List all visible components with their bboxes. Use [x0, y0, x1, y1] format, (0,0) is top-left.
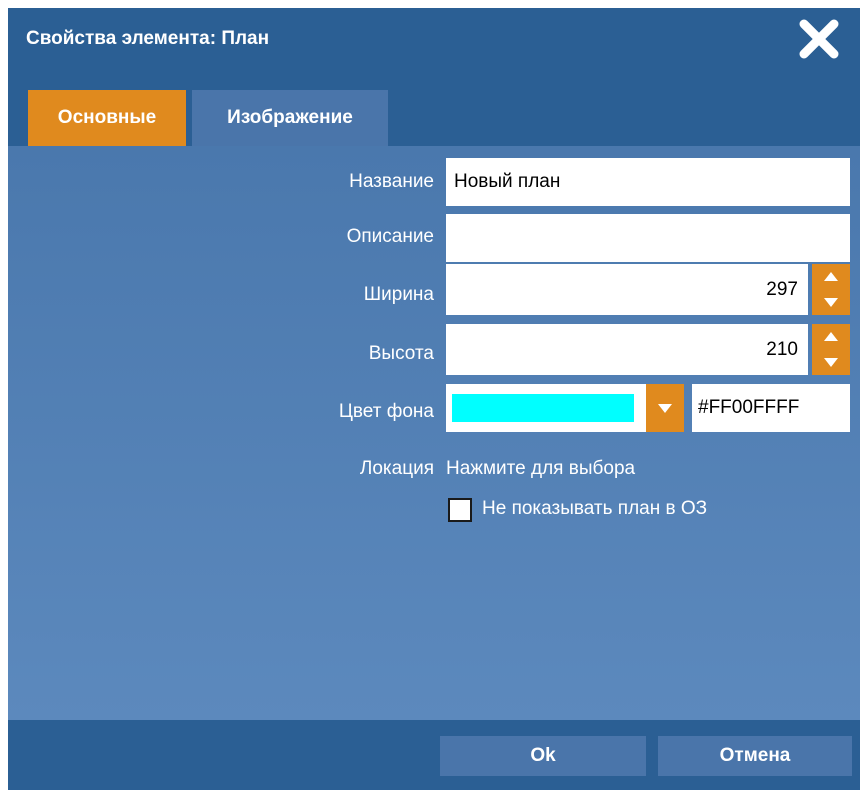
location-select-link[interactable]: Нажмите для выбора: [446, 458, 635, 480]
close-icon[interactable]: [798, 18, 840, 60]
bgcolor-label: Цвет фона: [338, 401, 434, 422]
cancel-button[interactable]: Отмена: [658, 736, 852, 776]
dialog: Свойства элемента: План Основные Изображ…: [0, 0, 868, 790]
chevron-down-icon: [658, 403, 672, 413]
hide-plan-label[interactable]: Не показывать план в ОЗ: [482, 498, 707, 520]
height-stepper: [812, 324, 850, 375]
name-label: Название: [349, 171, 434, 192]
hide-plan-checkbox[interactable]: [448, 498, 472, 522]
width-decrement-button[interactable]: [812, 290, 850, 315]
bgcolor-dropdown-button[interactable]: [646, 384, 684, 432]
dialog-body: Основные Изображение Название Описание Ш…: [8, 70, 860, 790]
width-increment-button[interactable]: [812, 264, 850, 289]
width-field[interactable]: [446, 264, 808, 315]
color-swatch: [452, 394, 634, 422]
tab-image[interactable]: Изображение: [192, 90, 388, 146]
dialog-title: Свойства элемента: План: [26, 28, 270, 49]
height-label: Высота: [368, 343, 434, 364]
tab-basic[interactable]: Основные: [28, 90, 186, 146]
location-label: Локация: [359, 458, 434, 479]
name-field[interactable]: [446, 158, 850, 206]
height-increment-button[interactable]: [812, 324, 850, 349]
chevron-up-icon: [824, 332, 838, 341]
height-field[interactable]: [446, 324, 808, 375]
height-decrement-button[interactable]: [812, 350, 850, 375]
bgcolor-hex-field[interactable]: [692, 384, 850, 432]
width-label: Ширина: [363, 284, 434, 305]
chevron-up-icon: [824, 272, 838, 281]
chevron-down-icon: [824, 358, 838, 367]
ok-button[interactable]: Ok: [440, 736, 646, 776]
chevron-down-icon: [824, 298, 838, 307]
width-stepper: [812, 264, 850, 315]
properties-panel: Название Описание Ширина: [8, 146, 860, 720]
description-field[interactable]: [446, 214, 850, 262]
description-label: Описание: [346, 226, 434, 247]
bgcolor-picker[interactable]: [446, 384, 646, 432]
title-bar: Свойства элемента: План: [8, 8, 860, 70]
